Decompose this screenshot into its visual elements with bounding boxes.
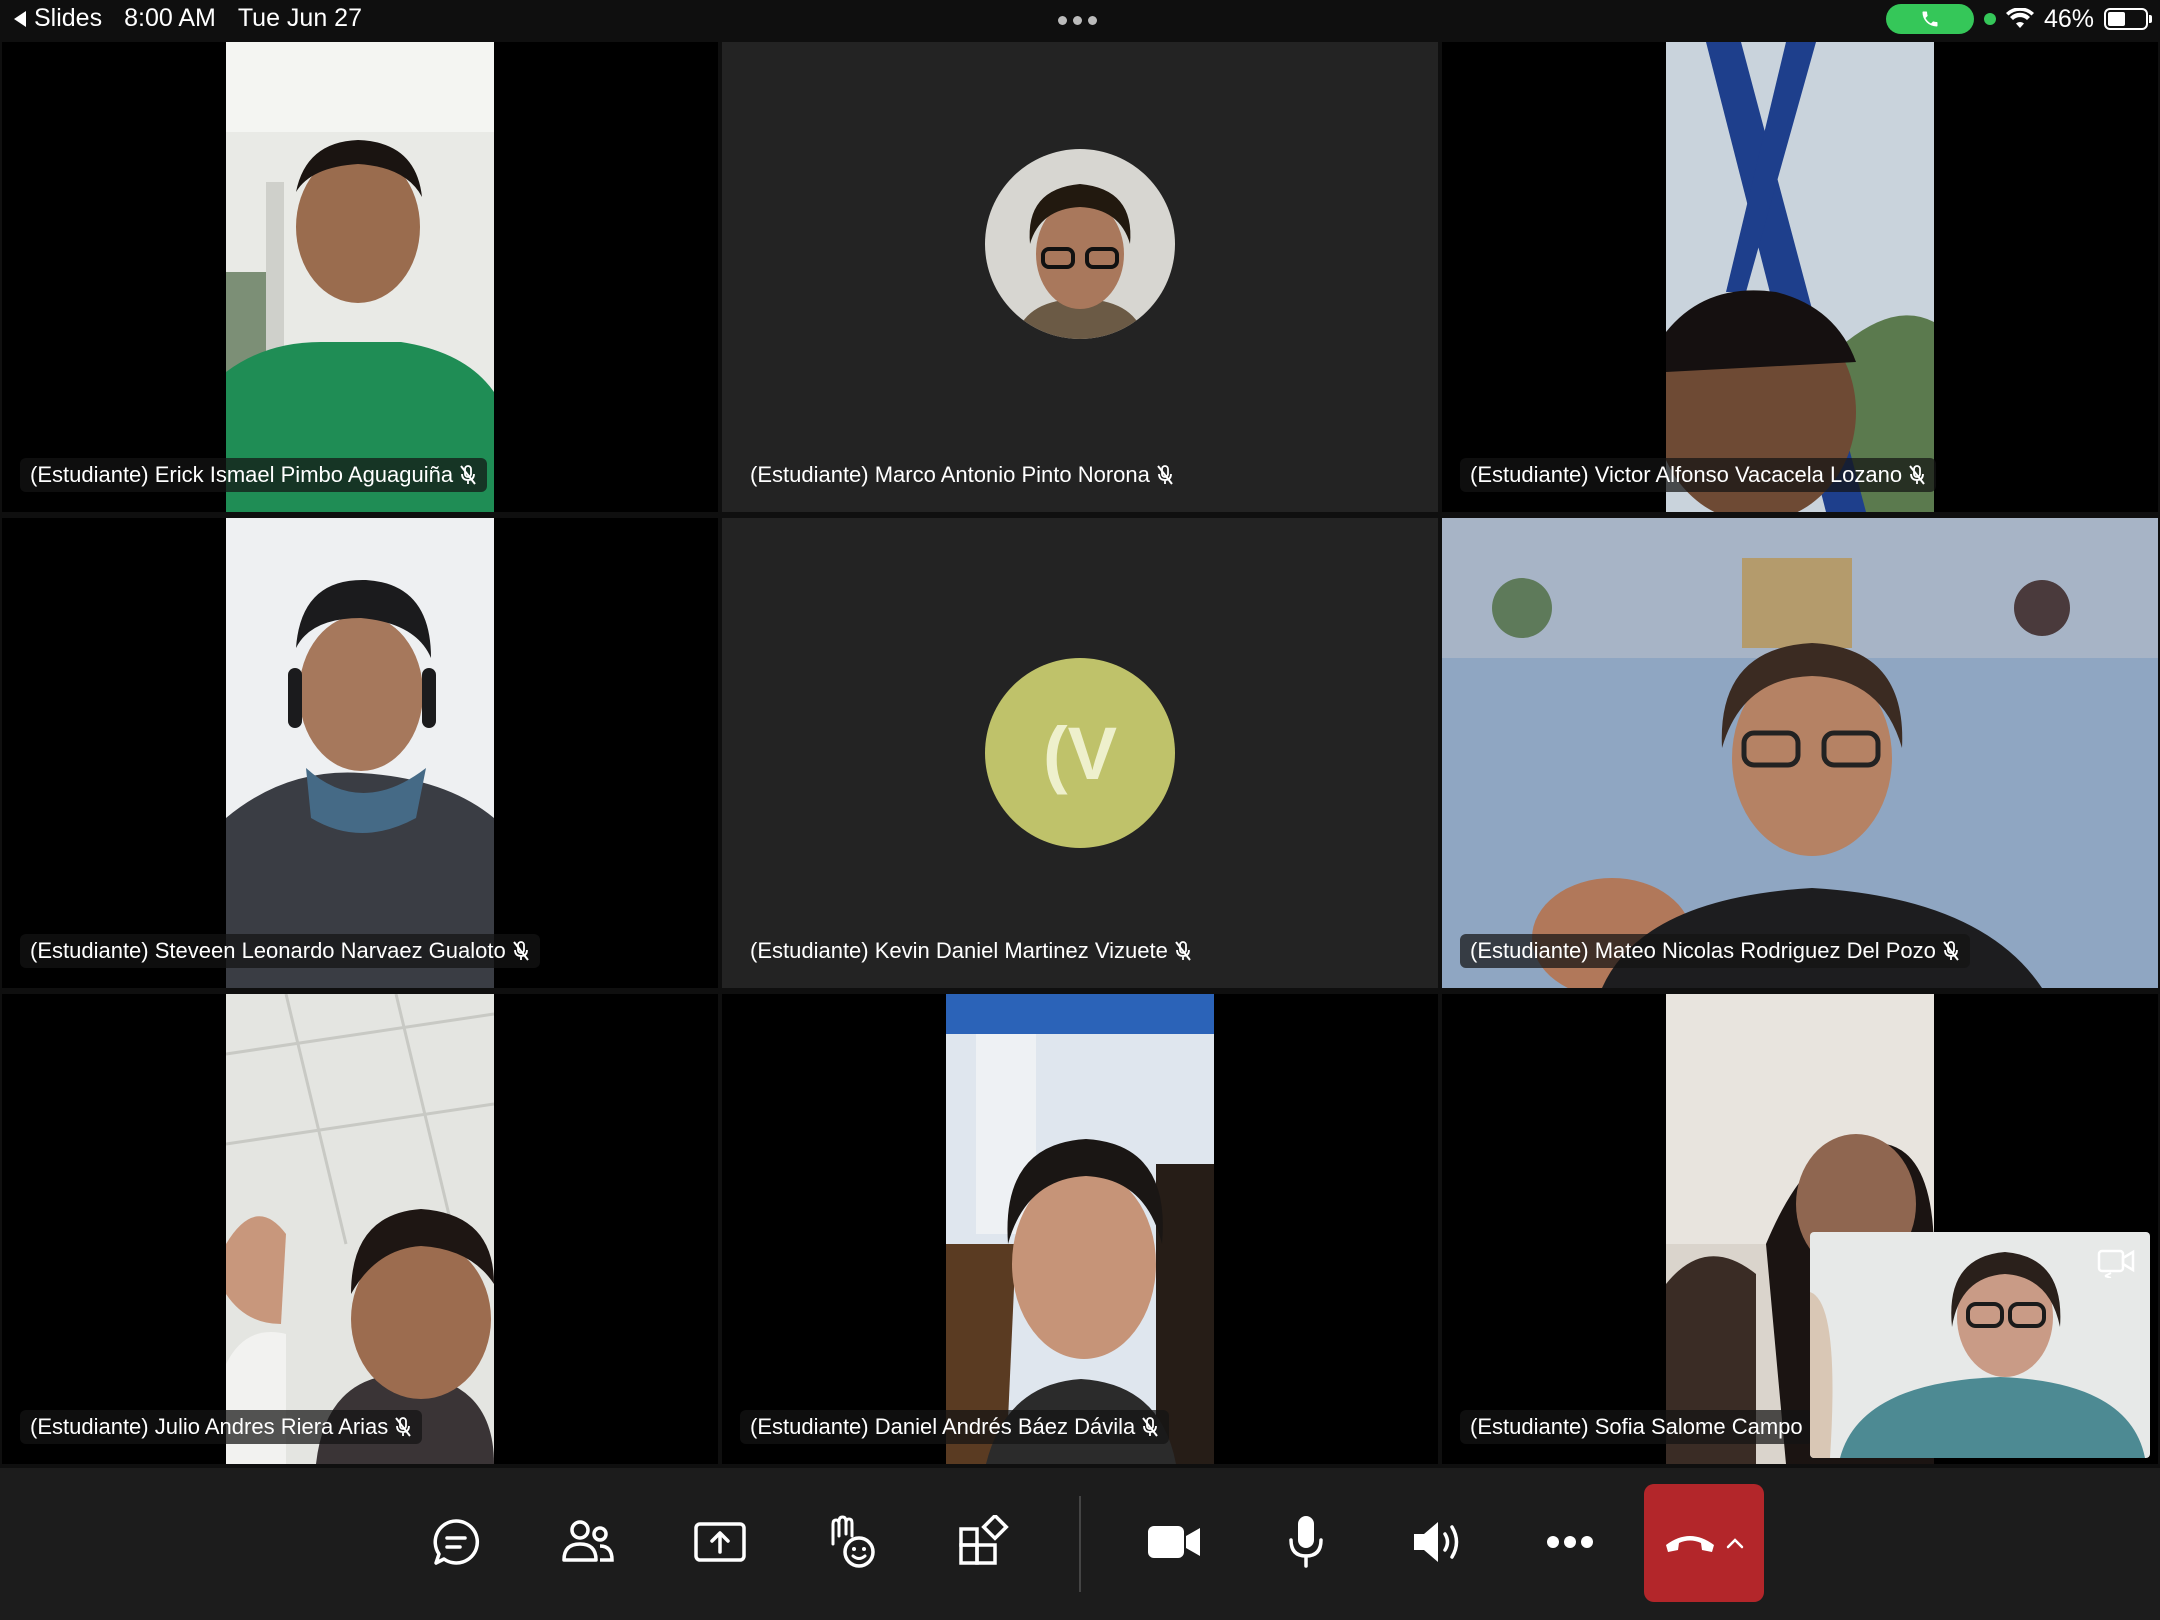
participant-tile[interactable]: (Estudiante) Julio Andres Riera Arias xyxy=(2,994,718,1464)
muted-mic-icon xyxy=(1142,1417,1159,1437)
muted-mic-icon xyxy=(1157,465,1173,485)
wifi-icon xyxy=(2005,8,2034,28)
chat-button[interactable] xyxy=(424,1510,488,1574)
participant-tile[interactable]: (Estudiante) Erick Ismael Pimbo Aguaguiñ… xyxy=(2,42,718,512)
chevron-up-icon[interactable] xyxy=(1726,1537,1744,1549)
apps-button[interactable] xyxy=(952,1510,1016,1574)
microphone-button[interactable] xyxy=(1274,1510,1338,1574)
muted-mic-icon xyxy=(395,1417,412,1437)
apps-icon xyxy=(959,1515,1009,1565)
share-screen-button[interactable] xyxy=(688,1510,752,1574)
leave-icon xyxy=(1666,1536,1714,1552)
participant-tile[interactable]: (Estudiante) Victor Alfonso Vacacela Loz… xyxy=(1442,42,2158,512)
participant-name-label: (Estudiante) Daniel Andrés Báez Dávila xyxy=(740,1410,1170,1444)
share-screen-icon xyxy=(694,1522,746,1562)
multitasking-dots-icon[interactable] xyxy=(1058,16,1097,25)
self-view-video[interactable] xyxy=(1810,1232,2150,1458)
participant-avatar xyxy=(985,149,1175,340)
back-app-label: Slides xyxy=(34,4,103,32)
participant-name-label: (Estudiante) Julio Andres Riera Arias xyxy=(20,1410,423,1444)
status-bar: Slides 8:00 AM Tue Jun 27 46% xyxy=(0,0,2160,40)
speaker-button[interactable] xyxy=(1406,1510,1470,1574)
participant-name-label: (Estudiante) Victor Alfonso Vacacela Loz… xyxy=(1460,458,1937,492)
participant-initials-avatar: (V xyxy=(985,658,1175,848)
active-call-indicator[interactable] xyxy=(1885,4,1974,34)
muted-mic-icon xyxy=(512,941,529,961)
muted-mic-icon xyxy=(1943,941,1959,961)
status-time: 8:00 AM xyxy=(124,4,216,32)
muted-mic-icon xyxy=(460,465,476,485)
microphone-icon xyxy=(1289,1516,1323,1568)
participant-video xyxy=(946,994,1214,1464)
participant-video xyxy=(225,994,495,1464)
participant-tile[interactable]: (V (Estudiante) Kevin Daniel Martinez Vi… xyxy=(722,518,1438,988)
muted-mic-icon xyxy=(1175,941,1191,961)
participant-name-label: (Estudiante) Steveen Leonardo Narvaez Gu… xyxy=(20,934,540,968)
participant-name-label: (Estudiante) Sofia Salome Campo xyxy=(1460,1410,1813,1444)
participant-name-label: (Estudiante) Erick Ismael Pimbo Aguaguiñ… xyxy=(20,458,488,492)
participant-video xyxy=(1442,518,2158,988)
participant-name-label: (Estudiante) Mateo Nicolas Rodriguez Del… xyxy=(1460,934,1970,968)
more-button[interactable] xyxy=(1538,1510,1602,1574)
participant-tile[interactable]: (Estudiante) Mateo Nicolas Rodriguez Del… xyxy=(1442,518,2158,988)
reactions-icon xyxy=(831,1515,875,1568)
participant-video xyxy=(226,518,494,988)
phone-icon xyxy=(1922,11,1938,27)
participant-name-label: (Estudiante) Kevin Daniel Martinez Vizue… xyxy=(750,934,1192,968)
participant-tile[interactable]: (Estudiante) Steveen Leonardo Narvaez Gu… xyxy=(2,518,718,988)
status-date: Tue Jun 27 xyxy=(237,4,362,32)
toolbar-divider xyxy=(1079,1496,1081,1592)
participant-name-label: (Estudiante) Marco Antonio Pinto Norona xyxy=(750,458,1174,492)
back-to-app[interactable]: Slides xyxy=(14,4,102,33)
participant-tile[interactable]: (Estudiante) Daniel Andrés Báez Dávila xyxy=(722,994,1438,1464)
battery-percent: 46% xyxy=(2043,4,2094,33)
battery-icon xyxy=(2104,8,2152,30)
leave-meeting-button[interactable] xyxy=(1644,1484,1764,1602)
back-arrow-icon xyxy=(14,10,26,27)
switch-camera-icon[interactable] xyxy=(2096,1246,2136,1278)
participant-tile[interactable]: (Estudiante) Marco Antonio Pinto Norona xyxy=(722,42,1438,512)
reactions-button[interactable] xyxy=(820,1510,884,1574)
more-icon xyxy=(1547,1536,1593,1548)
video-button[interactable] xyxy=(1142,1510,1206,1574)
muted-mic-icon xyxy=(1909,465,1925,485)
video-icon xyxy=(1148,1526,1200,1558)
participants-icon xyxy=(562,1520,614,1562)
speaker-icon xyxy=(1414,1522,1459,1562)
participants-button[interactable] xyxy=(556,1510,620,1574)
participant-video xyxy=(1656,42,1934,512)
chat-icon xyxy=(433,1519,480,1565)
participant-video xyxy=(226,42,494,512)
camera-in-use-indicator xyxy=(1983,13,1996,25)
meeting-toolbar xyxy=(0,1468,2160,1620)
